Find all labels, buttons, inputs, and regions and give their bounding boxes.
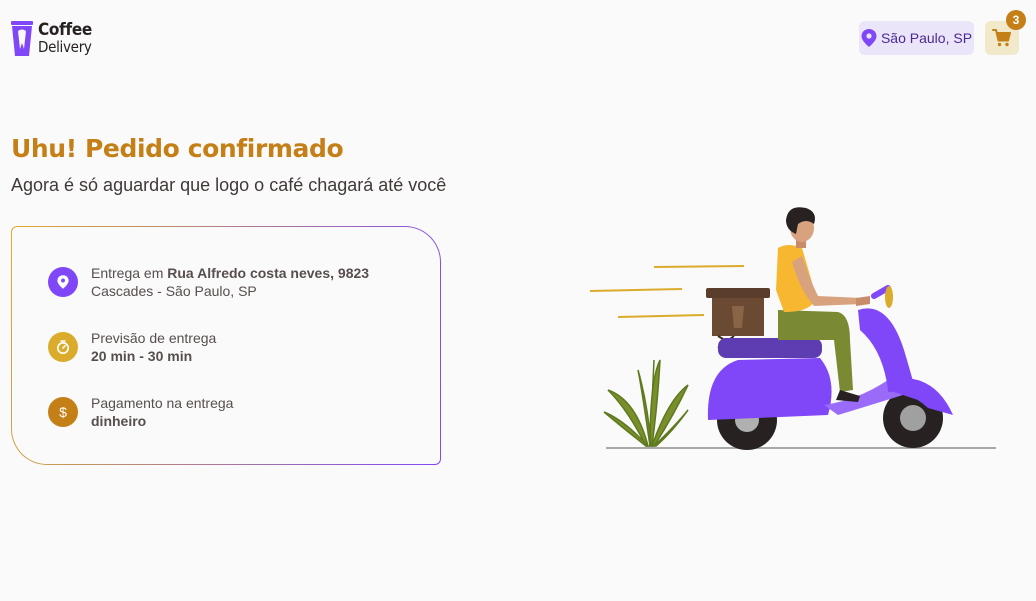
logo-subtitle: Delivery xyxy=(38,37,92,56)
header: Coffee Delivery São Paulo, SP 3 xyxy=(0,0,1036,76)
logo-title: Coffee xyxy=(38,19,92,40)
forecast-value: 20 min - 30 min xyxy=(91,348,193,364)
logo[interactable]: Coffee Delivery xyxy=(10,19,92,57)
delivery-forecast-row: Previsão de entrega 20 min - 30 min xyxy=(48,329,216,365)
payment-label: Pagamento na entrega xyxy=(91,395,234,411)
order-info-card: Entrega em Rua Alfredo costa neves, 9823… xyxy=(11,226,441,465)
page-title: Uhu! Pedido confirmado xyxy=(11,134,344,163)
payment-value: dinheiro xyxy=(91,413,147,429)
payment-row: $ Pagamento na entrega dinheiro xyxy=(48,394,233,430)
shopping-cart-icon xyxy=(992,29,1011,47)
coffee-cup-logo-icon xyxy=(11,21,33,56)
cart-count-badge: 3 xyxy=(1006,10,1026,30)
currency-dollar-icon: $ xyxy=(48,397,78,427)
forecast-label: Previsão de entrega xyxy=(91,330,217,346)
address-street: Rua Alfredo costa neves, 9823 xyxy=(167,265,370,281)
address-prefix: Entrega em xyxy=(91,265,168,281)
map-pin-icon xyxy=(861,29,877,47)
page-subtitle: Agora é só aguardar que logo o café chag… xyxy=(11,175,447,195)
plant-icon xyxy=(603,359,689,447)
timer-icon xyxy=(48,332,78,362)
address-city: Cascades - São Paulo, SP xyxy=(91,283,257,299)
location-label: São Paulo, SP xyxy=(880,30,973,46)
map-pin-icon xyxy=(48,267,78,297)
location-button[interactable]: São Paulo, SP xyxy=(859,21,974,55)
delivery-address-row: Entrega em Rua Alfredo costa neves, 9823… xyxy=(48,264,369,300)
delivery-scooter-illustration xyxy=(589,207,996,450)
